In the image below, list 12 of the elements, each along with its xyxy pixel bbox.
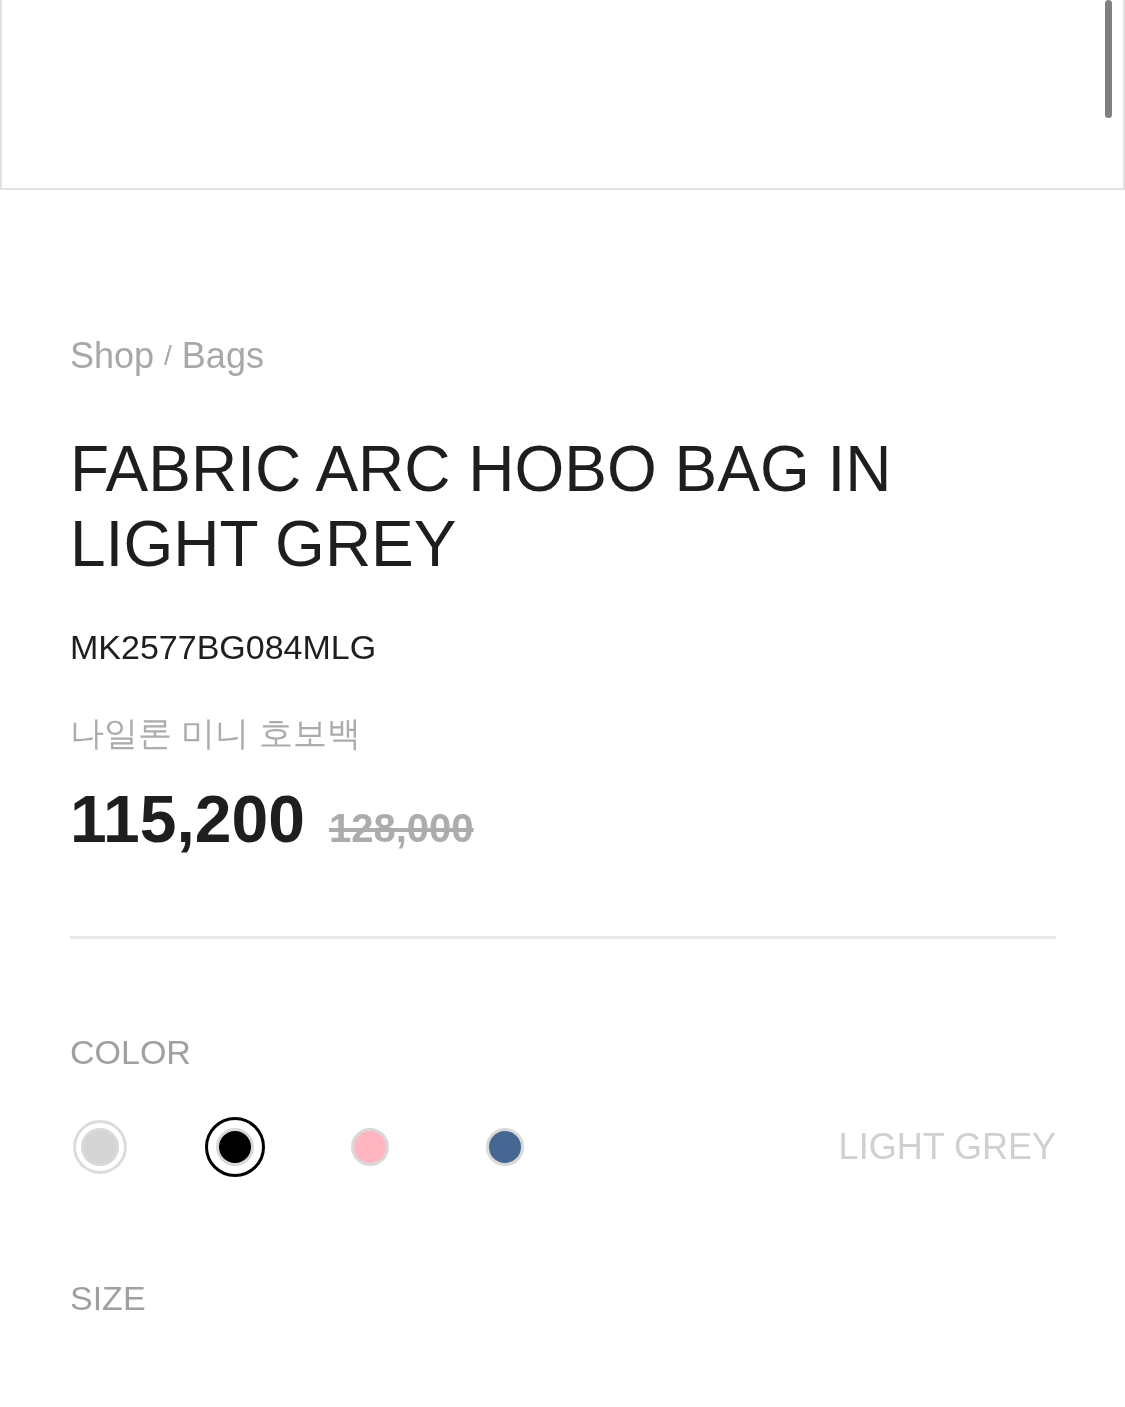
sale-price: 115,200 xyxy=(70,786,305,852)
breadcrumb-link[interactable]: Bags xyxy=(181,338,264,374)
scrollbar-thumb[interactable] xyxy=(1105,0,1112,118)
original-price: 128,000 xyxy=(328,808,474,848)
breadcrumb-link[interactable]: Shop xyxy=(70,338,155,374)
color-swatch[interactable] xyxy=(205,1117,265,1177)
product-subtitle: 나일론 미니 호보백 xyxy=(70,716,362,750)
breadcrumb-separator: / xyxy=(164,342,172,370)
product-sku: MK2577BG084MLG xyxy=(70,630,378,664)
option-label: SIZE xyxy=(70,1281,147,1315)
product-title: FABRIC ARC HOBO BAG IN LIGHT GREY xyxy=(70,432,893,582)
option-label: COLOR xyxy=(70,1035,192,1069)
